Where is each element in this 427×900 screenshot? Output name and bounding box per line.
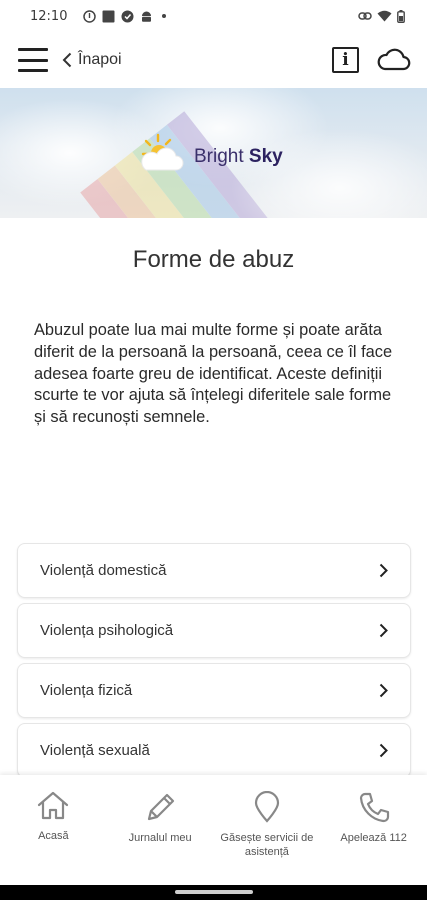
list-item-label: Violența psihologică [40,622,174,639]
chevron-right-icon [379,683,388,698]
more-notifications-dot [162,14,167,18]
link-icon [358,12,372,20]
app-bar-actions: i [332,47,411,73]
battery-icon [397,9,405,23]
logo-text: Bright Sky [194,146,283,168]
info-button[interactable]: i [332,47,359,73]
info-icon: i [342,50,349,70]
nav-item-journal[interactable]: Jurnalul meu [107,775,214,885]
nav-label: Apelează 112 [340,832,407,844]
list-item-violenta-fizica[interactable]: Violența fizică [17,663,411,718]
back-button[interactable]: Înapoi [62,51,122,69]
chevron-right-icon [379,743,388,758]
list-item-label: Violență sexuală [40,742,150,759]
list-item-violenta-domestica[interactable]: Violență domestică [17,543,411,598]
nav-item-find-services[interactable]: Găsește servicii de asistență [214,775,321,885]
status-left: 12:10 [30,8,167,24]
logo-word-bright: Bright [194,146,244,167]
nav-item-call-112[interactable]: Apelează 112 [320,775,427,885]
nav-item-home[interactable]: Acasă [0,775,107,885]
chevron-left-icon [62,52,72,68]
bottom-navigation: Acasă Jurnalul meu Găsește servicii de a… [0,775,427,885]
list-item-label: Violență domestică [40,562,167,579]
bright-sky-logo: Bright Sky [140,132,283,174]
hamburger-menu-icon[interactable] [18,48,48,72]
cloud-icon[interactable] [377,48,411,72]
chevron-right-icon [379,563,388,578]
app-bar: Înapoi i [0,32,427,88]
app-notification-icon [121,10,134,22]
android-icon [142,11,152,22]
nav-label: Găsește servicii de asistență [220,832,314,858]
pencil-icon [148,793,175,821]
home-gesture-handle[interactable] [175,890,253,894]
status-right [358,9,405,23]
home-icon [38,791,69,820]
status-bar: 12:10 [0,0,427,32]
list-item-violenta-sexuala[interactable]: Violență sexuală [17,723,411,778]
header-banner: Bright Sky [0,88,427,218]
nav-label: Jurnalul meu [128,832,192,844]
chevron-right-icon [379,623,388,638]
phone-icon [359,792,389,823]
abuse-types-list: Violență domestică Violența psihologică … [17,543,411,783]
sun-cloud-logo-icon [141,133,184,171]
status-time: 12:10 [30,8,68,24]
list-item-violenta-psihologica[interactable]: Violența psihologică [17,603,411,658]
square-icon [102,10,115,22]
logo-word-sky: Sky [248,146,283,167]
wifi-icon [377,10,392,22]
nav-label: Acasă [38,830,69,842]
back-button-label: Înapoi [78,51,122,68]
map-pin-icon [254,791,279,823]
page-title: Forme de abuz [132,246,295,273]
list-item-label: Violența fizică [40,682,133,699]
gesture-navigation-bar [0,885,427,900]
intro-paragraph: Abuzul poate lua mai multe forme și poat… [34,321,393,427]
notification-icon [83,9,97,23]
